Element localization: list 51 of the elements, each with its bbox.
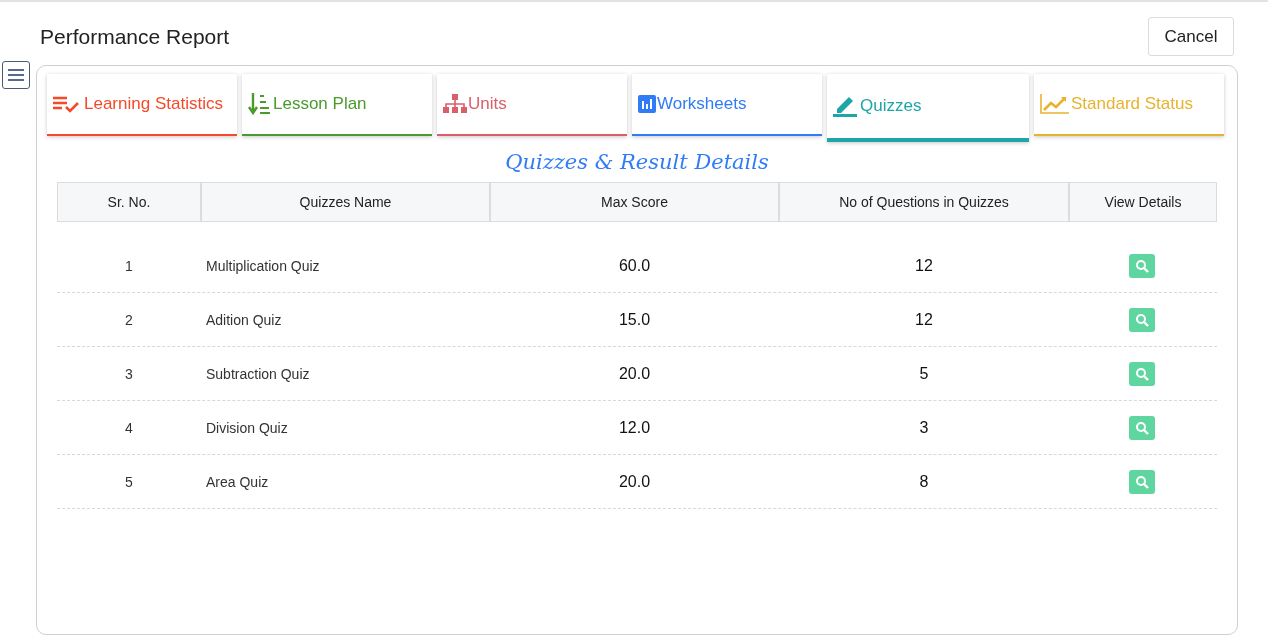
column-header: No of Questions in Quizzes — [780, 183, 1070, 221]
search-icon — [1135, 420, 1149, 435]
tab[interactable]: Quizzes — [827, 74, 1029, 142]
view-details-button[interactable] — [1129, 415, 1155, 440]
table-cell-text: Adition Quiz — [205, 311, 283, 328]
tab[interactable]: Worksheets — [632, 74, 822, 136]
tab[interactable]: Lesson Plan — [242, 74, 432, 136]
search-icon — [1135, 312, 1149, 327]
search-icon — [1135, 258, 1149, 273]
search-icon — [1135, 366, 1149, 381]
view-details-button[interactable] — [1129, 253, 1155, 278]
table-cell-text: 3 — [124, 365, 134, 382]
pencil-icon — [833, 95, 859, 117]
tab[interactable]: Learning Statistics — [47, 74, 237, 136]
column-header: Quizzes Name — [202, 183, 491, 221]
view-details-button[interactable] — [1129, 469, 1155, 494]
table-cell-text: 60.0 — [617, 256, 652, 275]
page-title: Performance Report — [40, 24, 230, 49]
menu-icon — [8, 69, 24, 81]
tab[interactable]: Units — [437, 74, 627, 136]
table-cell-text: Multiplication Quiz — [205, 257, 321, 274]
table-cell-text: 12 — [914, 310, 934, 329]
cancel-button[interactable]: Cancel — [1148, 17, 1234, 56]
table-cell-text: 8 — [918, 472, 930, 491]
table-cell-text: Subtraction Quiz — [205, 365, 311, 382]
table-cell-text: 3 — [918, 418, 930, 437]
table-cell-text: 20.0 — [617, 472, 652, 491]
column-header: View Details — [1103, 193, 1183, 212]
table-cell-text: 5 — [124, 473, 134, 490]
table-cell-text: 20.0 — [617, 364, 652, 383]
line-chart-icon — [1040, 94, 1070, 114]
view-details-button[interactable] — [1129, 307, 1155, 332]
column-header: Max Score — [491, 183, 780, 221]
bar-chart-icon — [638, 95, 656, 113]
view-details-button[interactable] — [1129, 361, 1155, 386]
search-icon — [1135, 474, 1149, 489]
table-cell-text: 2 — [124, 311, 134, 328]
menu-button[interactable] — [2, 61, 30, 89]
table-cell-text: 12.0 — [617, 418, 652, 437]
table-cell-text: 1 — [124, 257, 134, 274]
sort-list-icon — [248, 93, 272, 115]
table-cell-text: Division Quiz — [205, 419, 289, 436]
column-header: Sr. No. — [58, 183, 202, 221]
table-cell-text: 12 — [914, 256, 934, 275]
tab[interactable]: Standard Status — [1034, 74, 1224, 136]
section-heading: Quizzes & Result Details — [504, 149, 770, 176]
table-cell-text: 5 — [918, 364, 930, 383]
table-cell-text: 15.0 — [617, 310, 652, 329]
hierarchy-icon — [443, 94, 467, 114]
table-cell-text: 4 — [124, 419, 134, 436]
table-cell-text: Area Quiz — [205, 473, 270, 490]
